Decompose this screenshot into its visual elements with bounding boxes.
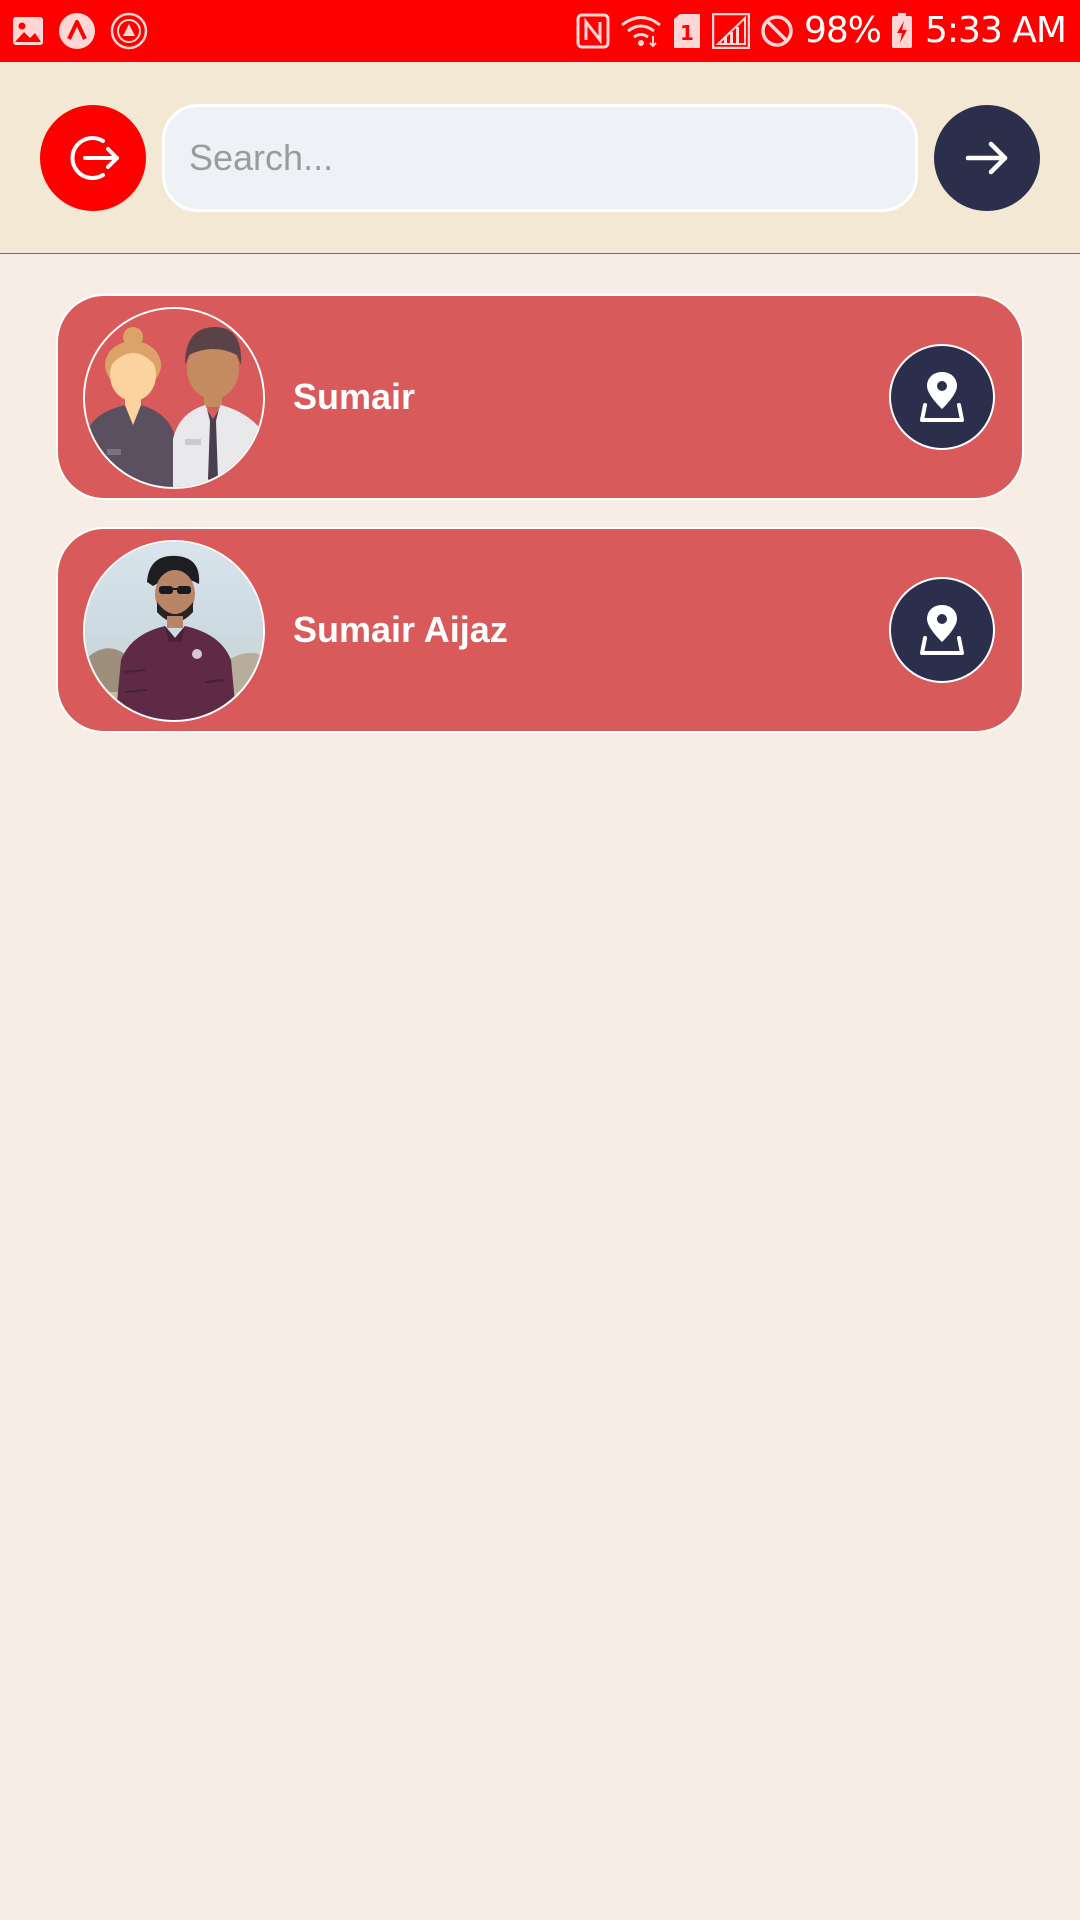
sim-icon: 1 [672, 13, 702, 49]
arrow-right-icon [965, 141, 1008, 175]
svg-text:1: 1 [680, 21, 694, 45]
avatar [83, 307, 265, 489]
photo-avatar-icon [85, 542, 263, 720]
app-icon [58, 12, 96, 50]
wifi-icon [620, 14, 662, 48]
search-input[interactable] [165, 107, 915, 209]
list-item[interactable]: Sumair Aijaz [56, 527, 1024, 733]
location-button[interactable] [889, 344, 995, 450]
do-not-disturb-icon [760, 14, 794, 48]
search-field [162, 104, 918, 212]
battery-charging-icon [891, 13, 913, 49]
clock: 5:33 AM [925, 10, 1067, 51]
status-bar: 1 98% 5:33 AM [0, 0, 1080, 62]
status-left-icons [12, 12, 162, 50]
battery-percentage: 98% [804, 10, 882, 51]
location-pin-icon [920, 605, 964, 655]
search-submit-button[interactable] [934, 105, 1040, 211]
user-name: Sumair Aijaz [293, 608, 508, 650]
signal-icon [712, 13, 750, 49]
location-button[interactable] [889, 577, 995, 683]
group-avatar-icon [85, 309, 263, 487]
status-right-icons: 1 98% 5:33 AM [566, 10, 1067, 51]
image-icon [12, 16, 44, 46]
logout-button[interactable] [40, 105, 146, 211]
location-pin-icon [920, 372, 964, 422]
list-item[interactable]: Sumair [56, 294, 1024, 500]
user-name: Sumair [293, 375, 416, 417]
logout-icon [70, 136, 119, 180]
badge-icon [110, 12, 148, 50]
nfc-icon [576, 13, 610, 49]
avatar [83, 540, 265, 722]
search-header [0, 62, 1080, 254]
